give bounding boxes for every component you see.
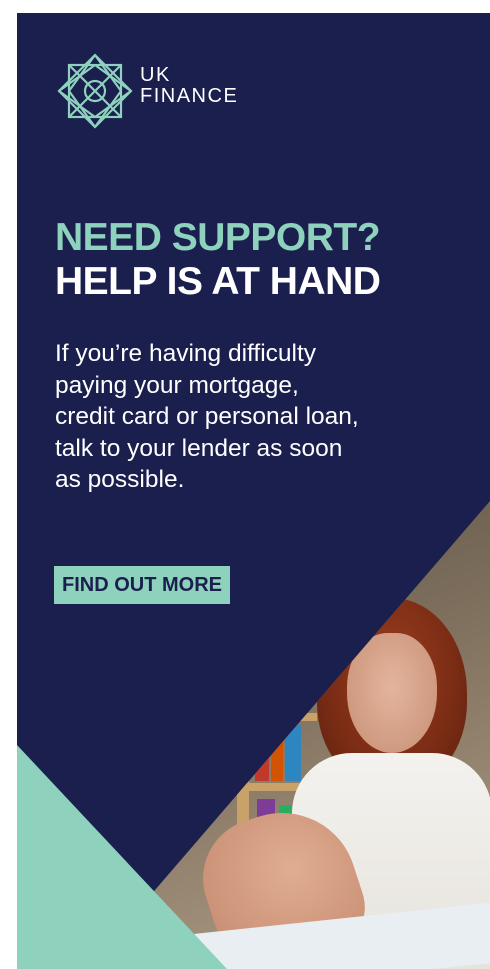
book xyxy=(255,729,269,781)
body-text: If you’re having difficulty paying your … xyxy=(55,338,465,496)
find-out-more-button[interactable]: FIND OUT MORE xyxy=(54,566,230,604)
headline-line-2: HELP IS AT HAND xyxy=(55,260,381,303)
book xyxy=(271,735,283,781)
body-line: credit card or personal loan, xyxy=(55,403,359,430)
bookshelf-board xyxy=(227,713,317,721)
book xyxy=(285,725,301,781)
body-line: If you’re having difficulty xyxy=(55,340,317,367)
brand-line-2: FINANCE xyxy=(140,85,239,107)
body-line: paying your mortgage, xyxy=(55,371,299,399)
uk-finance-logo-icon xyxy=(57,53,133,129)
body-line: as possible. xyxy=(55,466,185,493)
ad-frame: UK FINANCE NEED SUPPORT? HELP IS AT HAND… xyxy=(0,0,490,969)
body-line: talk to your lender as soon xyxy=(55,434,343,462)
uk-finance-banner-ad[interactable]: UK FINANCE NEED SUPPORT? HELP IS AT HAND… xyxy=(17,13,490,969)
brand-line-1: UK xyxy=(140,64,171,86)
woman-face xyxy=(347,633,437,753)
brand-name: UK FINANCE xyxy=(140,65,238,107)
headline-line-1: NEED SUPPORT? xyxy=(55,216,381,259)
